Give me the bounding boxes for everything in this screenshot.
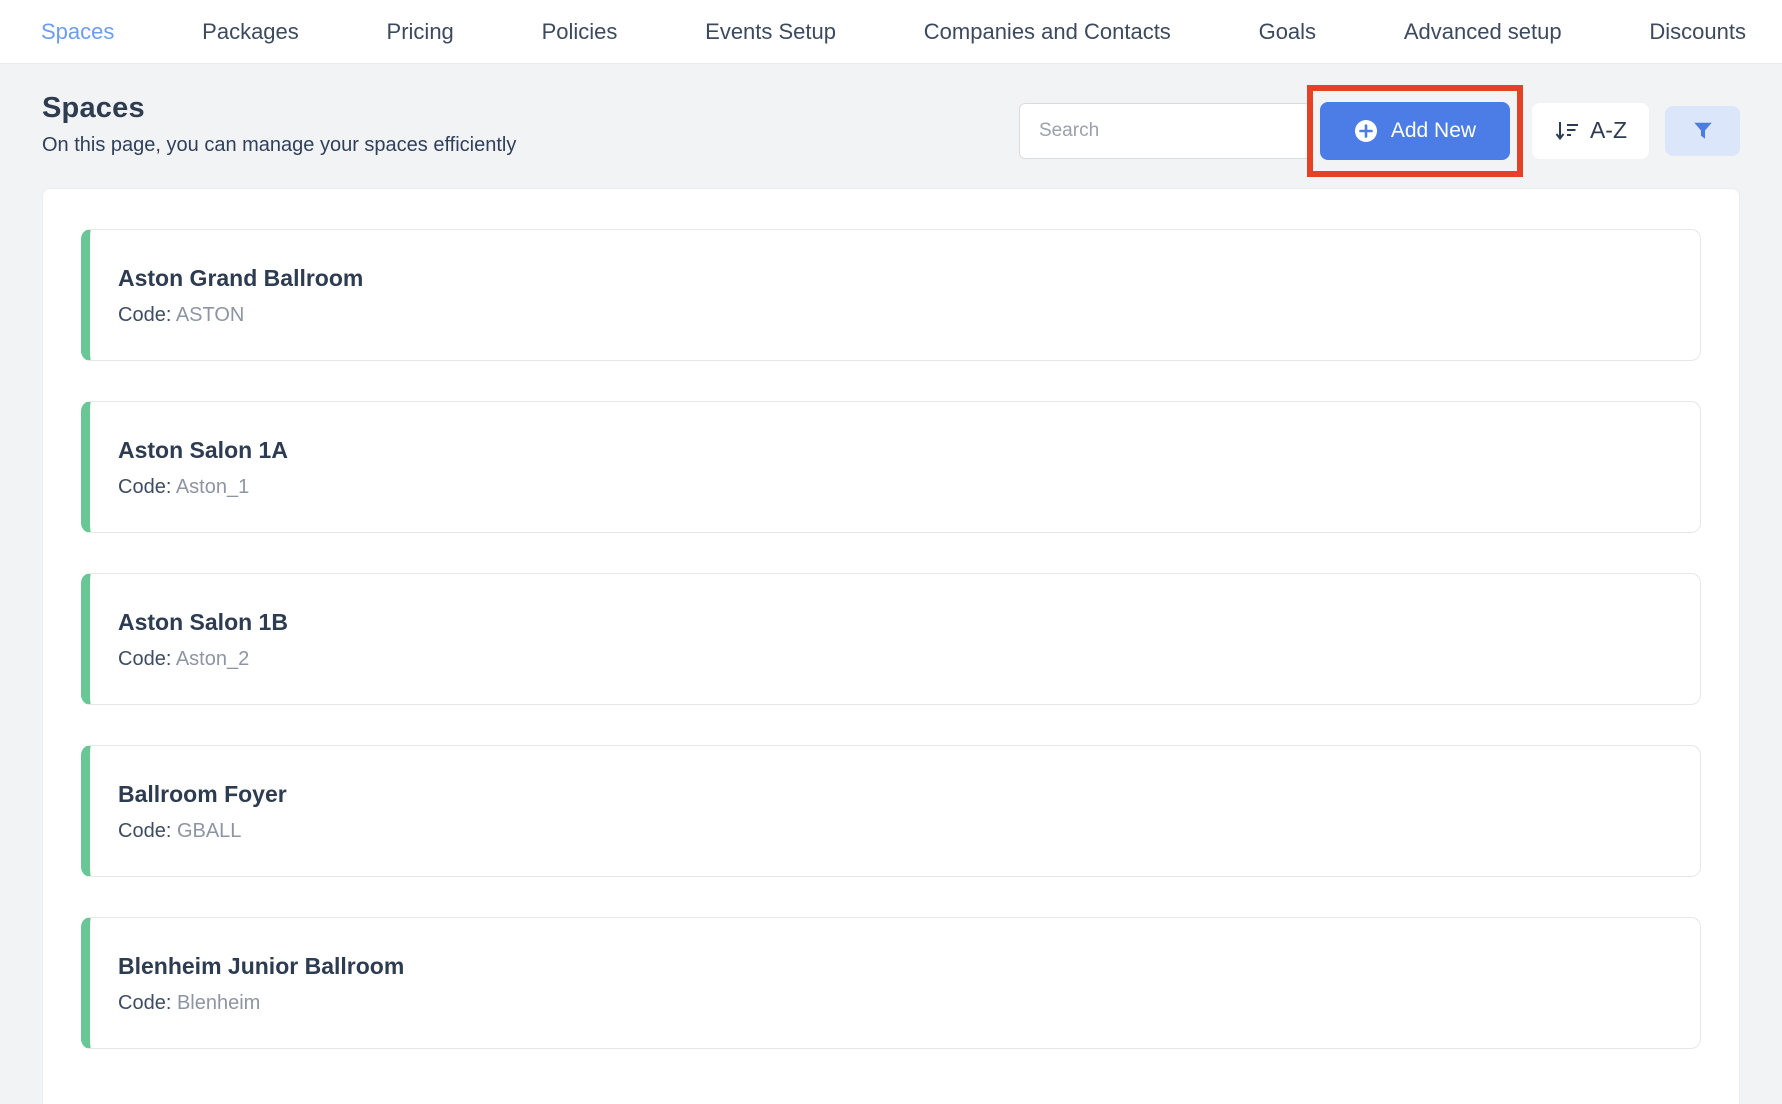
top-nav: Spaces Packages Pricing Policies Events … (0, 0, 1782, 64)
space-code-row: Code: Aston_2 (118, 648, 1680, 671)
space-code-value: ASTON (175, 304, 245, 326)
page-title: Spaces (42, 92, 145, 124)
space-code-value: Aston_2 (175, 648, 250, 670)
space-code-row: Code: ASTON (118, 304, 1680, 327)
add-new-button-label: Add New (1390, 118, 1477, 142)
space-name: Aston Grand Ballroom (118, 265, 364, 291)
nav-item-policies[interactable]: Policies (542, 19, 618, 45)
annotation-highlight-box: Add New (1306, 84, 1523, 177)
plus-circle-icon (1354, 119, 1378, 143)
search-input[interactable] (1018, 102, 1311, 159)
page-header: Spaces On this page, you can manage your… (0, 64, 1782, 178)
nav-item-spaces[interactable]: Spaces (41, 19, 114, 45)
nav-item-events-setup[interactable]: Events Setup (705, 19, 836, 45)
page-header-text: Spaces On this page, you can manage your… (42, 64, 516, 157)
nav-item-pricing[interactable]: Pricing (387, 19, 454, 45)
space-code-label: Code: (118, 992, 172, 1014)
nav-item-discounts[interactable]: Discounts (1649, 19, 1746, 45)
sort-az-button-label: A-Z (1589, 117, 1627, 143)
nav-item-advanced-setup[interactable]: Advanced setup (1404, 19, 1562, 45)
spaces-list-panel: Aston Grand Ballroom Code: ASTON Aston S… (42, 188, 1740, 1104)
space-name: Ballroom Foyer (118, 781, 287, 807)
nav-item-goals[interactable]: Goals (1259, 19, 1316, 45)
space-card-blenheim-junior-ballroom[interactable]: Blenheim Junior Ballroom Code: Blenheim (81, 917, 1701, 1049)
add-new-button[interactable]: Add New (1319, 101, 1510, 160)
space-code-row: Code: Blenheim (118, 992, 1680, 1015)
funnel-icon (1692, 120, 1714, 142)
space-code-label: Code: (118, 476, 172, 498)
space-name: Blenheim Junior Ballroom (118, 953, 405, 979)
sort-az-button[interactable]: A-Z (1531, 102, 1649, 159)
nav-item-packages[interactable]: Packages (202, 19, 299, 45)
space-name: Aston Salon 1A (118, 437, 288, 463)
space-code-label: Code: (118, 648, 172, 670)
space-card-aston-salon-1a[interactable]: Aston Salon 1A Code: Aston_1 (81, 401, 1701, 533)
space-code-row: Code: GBALL (118, 820, 1680, 843)
nav-item-companies-and-contacts[interactable]: Companies and Contacts (924, 19, 1171, 45)
page-subtitle: On this page, you can manage your spaces… (42, 134, 517, 156)
filter-button[interactable] (1665, 105, 1740, 156)
space-code-label: Code: (118, 820, 172, 842)
space-code-value: Blenheim (176, 992, 261, 1014)
space-card-aston-grand-ballroom[interactable]: Aston Grand Ballroom Code: ASTON (81, 229, 1701, 361)
space-code-value: Aston_1 (175, 476, 250, 498)
space-card-aston-salon-1b[interactable]: Aston Salon 1B Code: Aston_2 (81, 573, 1701, 705)
space-card-ballroom-foyer[interactable]: Ballroom Foyer Code: GBALL (81, 745, 1701, 877)
space-code-label: Code: (118, 304, 172, 326)
sort-descending-icon (1554, 119, 1580, 143)
toolbar: Add New A-Z (1018, 83, 1740, 178)
space-code-value: GBALL (176, 820, 242, 842)
space-name: Aston Salon 1B (118, 609, 288, 635)
space-code-row: Code: Aston_1 (118, 476, 1680, 499)
